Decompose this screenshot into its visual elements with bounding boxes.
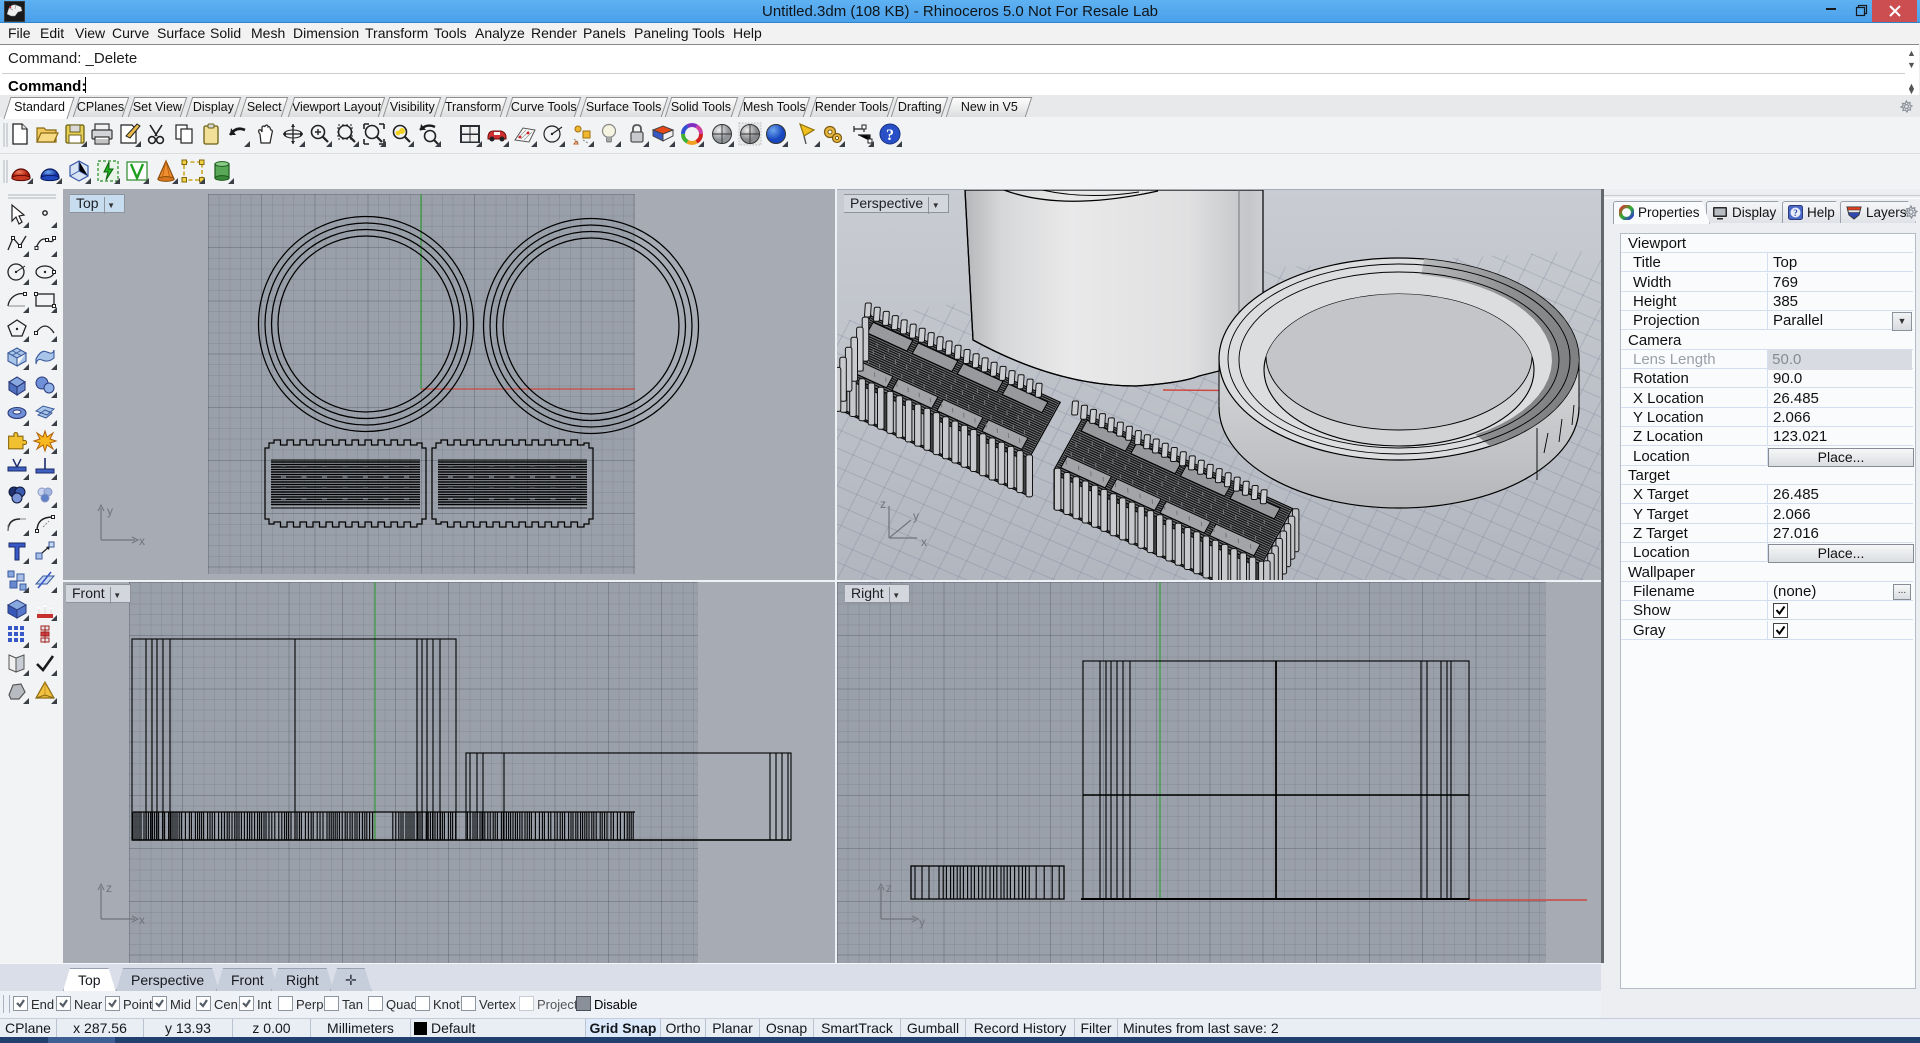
svg-text:x: x	[139, 913, 145, 927]
svg-text:y: y	[913, 509, 919, 523]
svg-text:x: x	[921, 535, 927, 549]
svg-text:?: ?	[886, 127, 894, 144]
svg-text:z: z	[880, 497, 886, 511]
svg-text:x: x	[139, 534, 145, 548]
svg-text:y: y	[107, 504, 113, 518]
svg-text:z: z	[886, 881, 892, 895]
svg-text:?: ?	[1793, 208, 1798, 218]
svg-text:y: y	[919, 915, 925, 929]
svg-text:z: z	[106, 881, 112, 895]
